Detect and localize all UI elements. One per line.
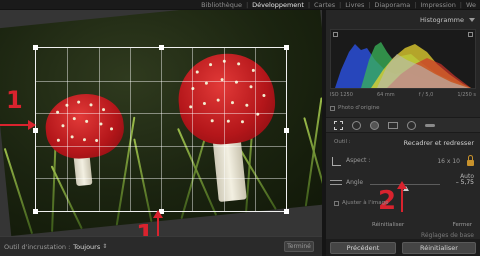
annotation-arrowhead-2: [397, 181, 407, 189]
module-library[interactable]: Bibliothèque: [197, 1, 246, 9]
reset-crop-link[interactable]: Réinitialiser: [372, 222, 404, 228]
previous-button[interactable]: Précédent: [330, 242, 396, 254]
module-slideshow[interactable]: Diaporama: [370, 1, 414, 9]
original-photo-checkbox[interactable]: [330, 105, 335, 111]
exif-shutter: 1/250 s: [457, 92, 476, 98]
annotation-1-bottom: 1: [136, 220, 155, 236]
crop-actions: Réinitialiser Fermer: [326, 222, 480, 230]
done-button[interactable]: Terminé: [284, 241, 314, 252]
crop-handle-top[interactable]: [159, 45, 164, 50]
angle-label: Angle: [346, 179, 364, 186]
exif-info: ISO 1250 64 mm f / 5,0 1/250 s: [330, 92, 476, 100]
exif-iso: ISO 1250: [330, 92, 353, 98]
module-web[interactable]: We: [462, 1, 480, 9]
histogram: [330, 29, 476, 89]
annotation-arrowhead-bottom: [153, 210, 163, 218]
right-panel: Histogramme ISO 1250 64 mm f / 5,0 1/250…: [326, 10, 480, 256]
collapse-triangle-icon[interactable]: [469, 18, 475, 22]
crop-title: Recadrer et redresser: [403, 139, 474, 147]
module-print[interactable]: Impression: [416, 1, 460, 9]
annotation-arrowhead-left: [28, 120, 36, 130]
crop-frame[interactable]: [33, 45, 289, 214]
panel-buttons: Précédent Réinitialiser: [326, 239, 480, 256]
chevron-updown-icon[interactable]: ⇕: [102, 243, 107, 250]
constrain-to-image-toggle[interactable]: Ajuster à l'image: [334, 200, 388, 206]
crop-handle-bottom-right[interactable]: [284, 209, 289, 214]
histogram-header[interactable]: Histogramme: [326, 14, 480, 26]
angle-value[interactable]: – 5,75: [456, 179, 474, 186]
overlay-label: Outil d'incrustation :: [4, 242, 71, 251]
crop-tool-header: Outil : Recadrer et redresser: [326, 137, 480, 147]
annotation-1-left: 1: [6, 86, 23, 114]
close-crop-link[interactable]: Fermer: [453, 222, 472, 228]
reset-button[interactable]: Réinitialiser: [402, 242, 476, 254]
crop-handle-right[interactable]: [284, 128, 289, 133]
constrain-to-image-checkbox[interactable]: [334, 200, 339, 206]
module-bar: Bibliothèque | Développement | Cartes | …: [0, 0, 480, 10]
annotation-arrow-left: [0, 124, 30, 126]
spot-removal-icon[interactable]: [352, 120, 361, 130]
bottom-toolbar: Outil d'incrustation : Toujours ⇕ Termin…: [0, 236, 322, 256]
tool-strip: [326, 117, 480, 133]
adjustment-brush-icon[interactable]: [425, 123, 435, 127]
original-photo-toggle[interactable]: Photo d'origine: [330, 105, 379, 111]
module-book[interactable]: Livres: [341, 1, 368, 9]
shadow-clipping-icon[interactable]: [333, 32, 338, 37]
annotation-arrow-2: [401, 186, 403, 212]
crop-handle-bottom-left[interactable]: [33, 209, 38, 214]
crop-handle-top-right[interactable]: [284, 45, 289, 50]
annotation-arrow-bottom: [157, 216, 159, 236]
constrain-to-image-label: Ajuster à l'image: [342, 200, 389, 206]
radial-filter-icon[interactable]: [407, 120, 416, 130]
graduated-filter-icon[interactable]: [388, 121, 398, 129]
aspect-row: Aspect : 16 x 10: [326, 155, 480, 169]
red-eye-icon[interactable]: [370, 120, 379, 130]
aspect-select[interactable]: 16 x 10: [437, 158, 460, 165]
exif-focal: 64 mm: [376, 92, 395, 98]
basic-section-header[interactable]: Réglages de base: [421, 232, 474, 239]
original-photo-label: Photo d'origine: [338, 105, 380, 111]
crop-tool-icon[interactable]: [334, 120, 343, 130]
level-tool-icon[interactable]: [330, 180, 342, 185]
tool-label: Outil :: [334, 139, 351, 145]
module-develop[interactable]: Développement: [248, 1, 308, 9]
image-canvas[interactable]: 1 1: [0, 10, 322, 236]
highlight-clipping-icon[interactable]: [468, 32, 473, 37]
module-map[interactable]: Cartes: [310, 1, 339, 9]
histogram-title: Histogramme: [419, 16, 464, 24]
exif-aperture: f / 5,0: [418, 92, 434, 98]
crop-frame-icon[interactable]: [332, 157, 341, 166]
crop-handle-top-left[interactable]: [33, 45, 38, 50]
overlay-select[interactable]: Toujours: [73, 243, 100, 251]
aspect-label: Aspect :: [346, 157, 371, 164]
